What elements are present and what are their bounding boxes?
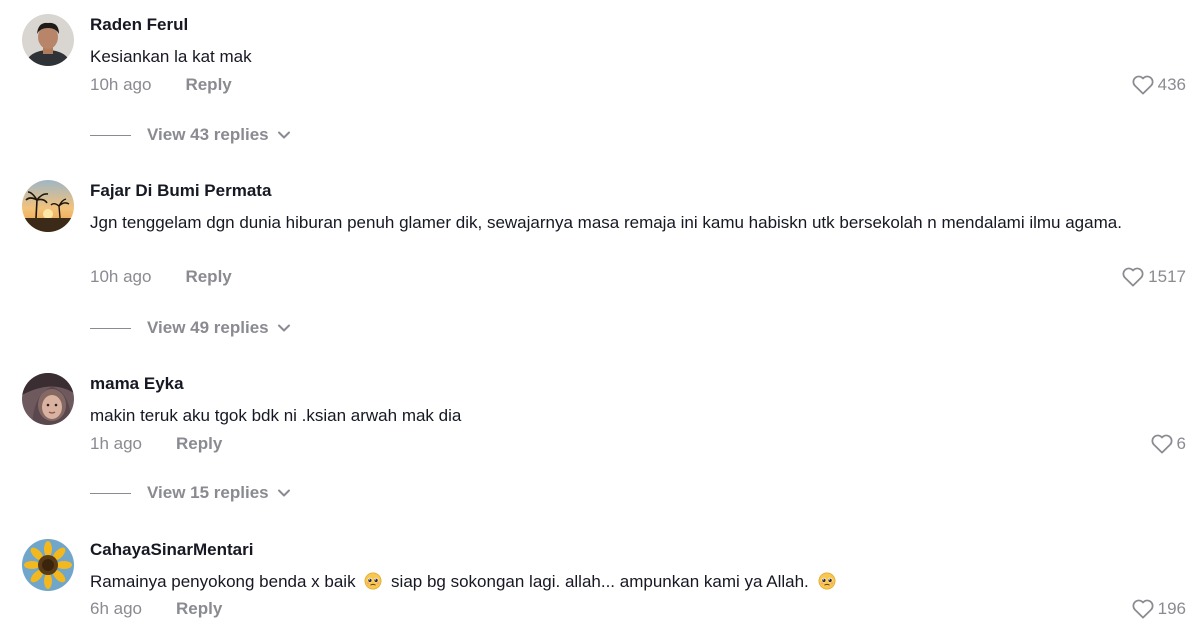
- heart-outline-icon: [1132, 599, 1154, 619]
- comment-item: Fajar Di Bumi Permata Jgn tenggelam dgn …: [0, 180, 1200, 340]
- comment-timestamp: 1h ago: [90, 434, 142, 453]
- view-replies-button[interactable]: View 49 replies: [90, 317, 291, 339]
- avatar[interactable]: [22, 14, 74, 66]
- reply-button[interactable]: Reply: [176, 434, 222, 453]
- comment-item: mama Eyka makin teruk aku tgok bdk ni .k…: [0, 373, 1200, 513]
- like-count: 1517: [1148, 267, 1186, 286]
- view-replies-button[interactable]: View 43 replies: [90, 124, 291, 146]
- like-count: 196: [1157, 599, 1186, 618]
- avatar[interactable]: [22, 180, 74, 232]
- comment-text: Jgn tenggelam dgn dunia hiburan penuh gl…: [90, 213, 1122, 232]
- comment-text: makin teruk aku tgok bdk ni .ksian arwah…: [90, 406, 462, 425]
- chevron-down-icon: [277, 324, 290, 332]
- comment-username[interactable]: Raden Ferul: [90, 14, 188, 36]
- reply-button[interactable]: Reply: [176, 599, 222, 618]
- like-button[interactable]: 6: [1151, 433, 1186, 455]
- comment-timestamp: 10h ago: [90, 267, 152, 286]
- like-button[interactable]: 436: [1132, 74, 1186, 96]
- chevron-down-icon: [277, 489, 290, 497]
- heart-outline-icon: [1151, 434, 1173, 454]
- pleading-face-emoji: [818, 572, 835, 590]
- avatar[interactable]: [22, 373, 74, 425]
- view-replies-label: View 43 replies: [147, 125, 269, 144]
- comment-meta: 6h ago Reply: [90, 598, 222, 620]
- comment-meta: 1h ago Reply: [90, 433, 222, 455]
- comment-meta: 10h ago Reply: [90, 74, 232, 96]
- reply-button[interactable]: Reply: [185, 267, 231, 286]
- comment-item: Raden Ferul Kesiankan la kat mak 10h ago…: [0, 14, 1200, 154]
- replies-divider: [90, 492, 131, 494]
- like-count: 6: [1176, 434, 1186, 453]
- comment-text-part: siap bg sokongan lagi. allah... ampunkan…: [391, 572, 809, 591]
- reply-button[interactable]: Reply: [185, 75, 231, 94]
- comment-text: Ramainya penyokong benda x baik siap bg …: [90, 569, 1180, 595]
- comment-username[interactable]: Fajar Di Bumi Permata: [90, 180, 271, 202]
- view-replies-label: View 49 replies: [147, 318, 269, 337]
- heart-outline-icon: [1122, 267, 1144, 287]
- comment-meta: 10h ago Reply: [90, 266, 232, 288]
- like-count: 436: [1157, 75, 1186, 94]
- pleading-face-emoji: [364, 572, 382, 590]
- comment-text: Kesiankan la kat mak: [90, 47, 252, 66]
- replies-divider: [90, 134, 131, 136]
- view-replies-button[interactable]: View 15 replies: [90, 482, 291, 504]
- replies-divider: [90, 327, 131, 329]
- like-button[interactable]: 1517: [1122, 266, 1186, 288]
- comment-username[interactable]: CahayaSinarMentari: [90, 539, 253, 561]
- comment-text-part: Ramainya penyokong benda x baik: [90, 572, 356, 591]
- heart-outline-icon: [1132, 75, 1154, 95]
- view-replies-label: View 15 replies: [147, 483, 269, 502]
- comment-timestamp: 6h ago: [90, 599, 142, 618]
- comment-item: CahayaSinarMentari Ramainya penyokong be…: [0, 539, 1200, 638]
- chevron-down-icon: [277, 131, 290, 139]
- like-button[interactable]: 196: [1132, 598, 1186, 620]
- comment-timestamp: 10h ago: [90, 75, 152, 94]
- comment-username[interactable]: mama Eyka: [90, 373, 184, 395]
- avatar[interactable]: [22, 539, 74, 591]
